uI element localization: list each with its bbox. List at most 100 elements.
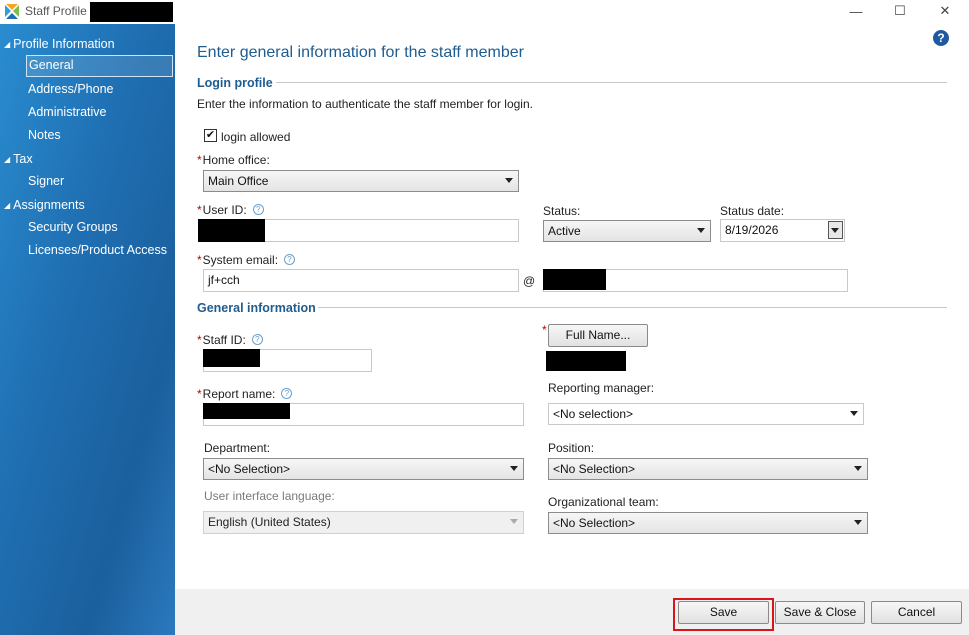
save-close-button[interactable]: Save & Close xyxy=(775,601,865,624)
sidebar-item-label: Administrative xyxy=(28,105,107,119)
sidebar-group-tax[interactable]: ◢ Tax xyxy=(4,152,33,166)
sidebar-item-general[interactable]: General xyxy=(26,55,173,77)
minimize-button[interactable]: — xyxy=(833,0,879,22)
help-glyph: ? xyxy=(937,31,945,45)
chevron-down-icon xyxy=(505,178,513,183)
login-allowed-label: login allowed xyxy=(221,130,291,144)
sidebar-item-security-groups[interactable]: Security Groups xyxy=(28,220,118,234)
staff-id-label: *Staff ID:? xyxy=(197,333,263,347)
info-icon[interactable]: ? xyxy=(252,204,264,215)
button-label: Save xyxy=(709,605,738,619)
required-marker: * xyxy=(197,153,202,167)
section-divider xyxy=(318,307,947,308)
maximize-icon: ☐ xyxy=(894,3,906,18)
position-label: Position: xyxy=(548,441,595,455)
chevron-down-icon xyxy=(850,411,858,416)
login-allowed-checkbox[interactable]: ✔ xyxy=(204,129,217,142)
sidebar-item-administrative[interactable]: Administrative xyxy=(28,105,107,119)
chevron-down-icon xyxy=(697,228,705,233)
sidebar-group-label: Tax xyxy=(13,152,33,166)
redacted-report-name xyxy=(203,403,290,419)
reporting-manager-select[interactable]: <No selection> xyxy=(548,403,864,425)
department-select[interactable]: <No Selection> xyxy=(203,458,524,480)
ui-language-select: English (United States) xyxy=(203,511,524,534)
button-label: Save & Close xyxy=(783,605,857,619)
sidebar-item-label: General xyxy=(29,58,74,72)
org-team-label: Organizational team: xyxy=(548,495,659,509)
ui-language-label: User interface language: xyxy=(204,489,335,503)
select-value: <No Selection> xyxy=(208,462,291,476)
status-date-label: Status date: xyxy=(720,204,785,218)
section-title-general-information: General information xyxy=(197,301,316,315)
required-marker: * xyxy=(197,333,202,347)
chevron-down-icon xyxy=(510,519,518,524)
maximize-button[interactable]: ☐ xyxy=(877,0,923,22)
status-label: Status: xyxy=(543,204,581,218)
checkmark-icon: ✔ xyxy=(205,129,216,141)
select-value: <No Selection> xyxy=(553,462,636,476)
status-select[interactable]: Active xyxy=(543,220,711,242)
select-value: <No Selection> xyxy=(553,516,636,530)
home-office-select[interactable]: Main Office xyxy=(203,170,519,192)
full-name-required: * xyxy=(542,323,547,337)
redacted-user-id xyxy=(198,219,265,242)
sidebar-item-label: Address/Phone xyxy=(28,82,114,96)
sidebar-item-signer[interactable]: Signer xyxy=(28,174,64,188)
info-icon[interactable]: ? xyxy=(284,254,296,265)
required-marker: * xyxy=(197,253,202,267)
position-select[interactable]: <No Selection> xyxy=(548,458,868,480)
info-icon[interactable]: ? xyxy=(251,334,263,345)
redacted-full-name xyxy=(546,351,626,371)
user-id-label: *User ID:? xyxy=(197,203,264,217)
cancel-button[interactable]: Cancel xyxy=(871,601,962,624)
label-text: Report name: xyxy=(202,387,276,401)
sidebar-item-label: Signer xyxy=(28,174,65,188)
redacted-title-block xyxy=(90,2,173,22)
redacted-email-domain xyxy=(543,269,606,290)
save-button[interactable]: Save xyxy=(678,601,769,624)
main-panel: Enter general information for the staff … xyxy=(175,24,969,589)
calendar-dropdown-button[interactable] xyxy=(828,221,843,239)
department-label: Department: xyxy=(204,441,271,455)
full-name-button[interactable]: Full Name... xyxy=(548,324,648,347)
required-marker: * xyxy=(197,387,202,401)
sidebar-group-assignments[interactable]: ◢ Assignments xyxy=(4,198,85,212)
login-profile-description: Enter the information to authenticate th… xyxy=(197,97,533,111)
label-text: Staff ID: xyxy=(202,333,246,347)
required-marker: * xyxy=(197,203,202,217)
system-email-label: *System email:? xyxy=(197,253,296,267)
chevron-down-icon xyxy=(854,466,862,471)
sidebar-item-address-phone[interactable]: Address/Phone xyxy=(28,82,113,96)
date-value: 8/19/2026 xyxy=(725,223,779,237)
sidebar-item-notes[interactable]: Notes xyxy=(28,128,61,142)
footer-bar: Save Save & Close Cancel xyxy=(175,589,969,635)
org-team-select[interactable]: <No Selection> xyxy=(548,512,868,534)
page-title: Enter general information for the staff … xyxy=(197,44,524,61)
info-icon[interactable]: ? xyxy=(281,388,293,399)
app-logo-icon xyxy=(5,4,19,19)
label-text: User ID: xyxy=(202,203,247,217)
sidebar-item-label: Licenses/Product Access xyxy=(28,243,167,257)
minimize-icon: — xyxy=(849,3,863,19)
sidebar-item-label: Notes xyxy=(28,128,61,142)
status-date-picker[interactable]: 8/19/2026 xyxy=(720,219,845,242)
sidebar-item-licenses-product-access[interactable]: Licenses/Product Access xyxy=(28,243,167,257)
chevron-down-icon xyxy=(831,228,839,233)
chevron-down-icon xyxy=(854,520,862,525)
close-button[interactable]: ✕ xyxy=(922,0,968,22)
home-office-label: *Home office: xyxy=(197,153,270,167)
system-email-user-input[interactable]: jf+cch xyxy=(203,269,519,292)
expand-triangle-icon: ◢ xyxy=(4,155,11,164)
select-value: Active xyxy=(548,224,581,238)
input-value: jf+cch xyxy=(208,273,240,287)
email-at-sign: @ xyxy=(523,274,536,288)
label-text: System email: xyxy=(202,253,279,267)
expand-triangle-icon: ◢ xyxy=(4,40,11,49)
select-value: English (United States) xyxy=(208,515,331,529)
report-name-label: *Report name:? xyxy=(197,387,293,401)
sidebar-group-profile-information[interactable]: ◢ Profile Information xyxy=(4,37,115,51)
chevron-down-icon xyxy=(510,466,518,471)
button-label: Cancel xyxy=(897,605,936,619)
help-icon[interactable]: ? xyxy=(933,30,949,46)
button-label: Full Name... xyxy=(565,328,631,342)
